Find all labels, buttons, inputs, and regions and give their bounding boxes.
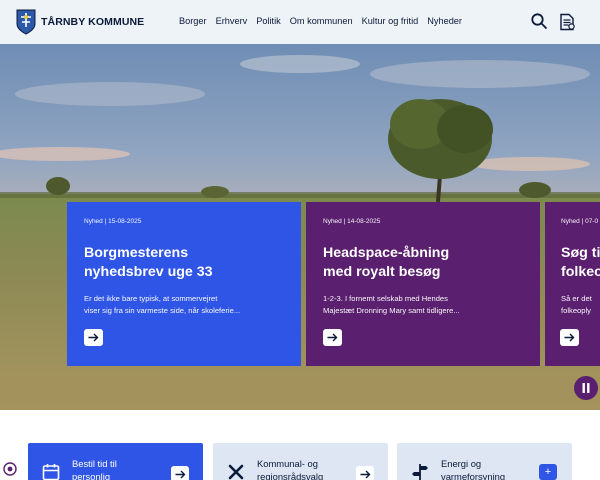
news-card-description: Er det ikke bare typisk, at sommervejret…: [84, 293, 284, 316]
news-card-title: Søg ti folkeo: [561, 244, 600, 282]
news-card-desc-line: Så er det: [561, 294, 592, 303]
news-card-borgmester[interactable]: Nyhed | 15-08-2025 Borgmesterens nyhedsb…: [67, 202, 301, 366]
pause-icon: [582, 383, 590, 393]
news-card-arrow-button[interactable]: [84, 329, 103, 346]
news-card-title-line: nyhedsbrev uge 33: [84, 264, 213, 280]
vote-cross-icon: [228, 464, 244, 480]
site-header: TÅRNBY KOMMUNE Borger Erhverv Politik Om…: [0, 0, 600, 44]
quick-link-bestil-tid[interactable]: Bestil tid til personlig: [28, 443, 203, 480]
quick-link-label: Energi og varmeforsyning: [441, 458, 505, 480]
quick-link-plus-button[interactable]: +: [539, 464, 557, 480]
news-card-title-line: folkeo: [561, 264, 600, 280]
news-card-meta: Nyhed | 14-08-2025: [323, 218, 381, 225]
arrow-right-icon: [88, 333, 99, 342]
search-icon[interactable]: [530, 12, 548, 30]
quick-link-label-line: Bestil tid til: [72, 458, 117, 469]
news-card-desc-line: folkeoply: [561, 305, 591, 315]
news-card-title-line: Søg ti: [561, 245, 600, 261]
news-card-title: Borgmesterens nyhedsbrev uge 33: [84, 244, 284, 282]
arrow-right-icon: [564, 333, 575, 342]
news-card-title-line: med royalt besøg: [323, 264, 441, 280]
news-card-headspace[interactable]: Nyhed | 14-08-2025 Headspace-åbning med …: [306, 202, 540, 366]
quick-link-arrow-button[interactable]: [356, 466, 374, 480]
document-list-icon[interactable]: [558, 13, 576, 31]
coat-of-arms-icon: [16, 9, 36, 35]
nav-borger[interactable]: Borger: [179, 16, 207, 26]
calendar-icon: [42, 464, 60, 480]
news-card-title-line: Borgmesterens: [84, 245, 189, 261]
hero-carousel: Nyhed | 15-08-2025 Borgmesterens nyhedsb…: [0, 44, 600, 410]
nav-nyheder[interactable]: Nyheder: [427, 16, 462, 26]
quick-link-label-line: personlig: [72, 470, 111, 480]
news-card-desc-line: 1-2-3. I fornemt selskab med Hendes: [323, 294, 448, 303]
accessibility-icon[interactable]: [3, 462, 17, 476]
nav-politik[interactable]: Politik: [256, 16, 281, 26]
news-card-description: 1-2-3. I fornemt selskab med Hendes Maje…: [323, 293, 523, 316]
quick-link-label: Bestil tid til personlig: [72, 458, 117, 480]
quick-link-valg[interactable]: Kommunal- og regionsrådsvalg: [213, 443, 388, 480]
arrow-right-icon: [175, 470, 185, 478]
news-card-desc-line: viser sig fra sin varmeste side, når sko…: [84, 305, 241, 315]
main-nav: Borger Erhverv Politik Om kommunen Kultu…: [179, 16, 471, 26]
news-card-desc-line: Er det ikke bare typisk, at sommervejret: [84, 294, 218, 303]
news-card-title-line: Headspace-åbning: [323, 245, 450, 261]
quick-link-label: Kommunal- og regionsrådsvalg: [257, 458, 323, 480]
arrow-right-icon: [327, 333, 338, 342]
quick-link-label-line: Kommunal- og: [257, 458, 318, 469]
quick-link-arrow-button[interactable]: [171, 466, 189, 480]
quick-link-energi[interactable]: Energi og varmeforsyning +: [397, 443, 572, 480]
quick-link-label-line: Energi og: [441, 458, 482, 469]
news-card-arrow-button[interactable]: [560, 329, 579, 346]
quick-link-label-line: regionsrådsvalg: [257, 470, 324, 480]
logo-text: TÅRNBY KOMMUNE: [41, 16, 145, 28]
news-card-meta: Nyhed | 07-0: [561, 218, 599, 225]
signpost-icon: [412, 464, 428, 480]
carousel-pause-button[interactable]: [574, 376, 598, 400]
page: TÅRNBY KOMMUNE Borger Erhverv Politik Om…: [0, 0, 600, 480]
news-card-title: Headspace-åbning med royalt besøg: [323, 244, 523, 282]
arrow-right-icon: [360, 470, 370, 478]
news-card-description: Så er det folkeoply: [561, 293, 592, 316]
plus-icon: +: [544, 466, 552, 478]
quick-links: Bestil tid til personlig Kommunal- og re…: [0, 410, 600, 480]
nav-om-kommunen[interactable]: Om kommunen: [290, 16, 353, 26]
news-card-meta: Nyhed | 15-08-2025: [84, 218, 142, 225]
news-card-desc-line: Majestæt Dronning Mary samt tidligere...: [323, 305, 460, 315]
news-card-arrow-button[interactable]: [323, 329, 342, 346]
nav-erhverv[interactable]: Erhverv: [216, 16, 248, 26]
site-logo[interactable]: TÅRNBY KOMMUNE: [16, 9, 144, 35]
news-card-folkeoplysning[interactable]: Nyhed | 07-0 Søg ti folkeo Så er det fol…: [545, 202, 600, 366]
nav-kultur-og-fritid[interactable]: Kultur og fritid: [362, 16, 419, 26]
quick-link-label-line: varmeforsyning: [441, 470, 506, 480]
